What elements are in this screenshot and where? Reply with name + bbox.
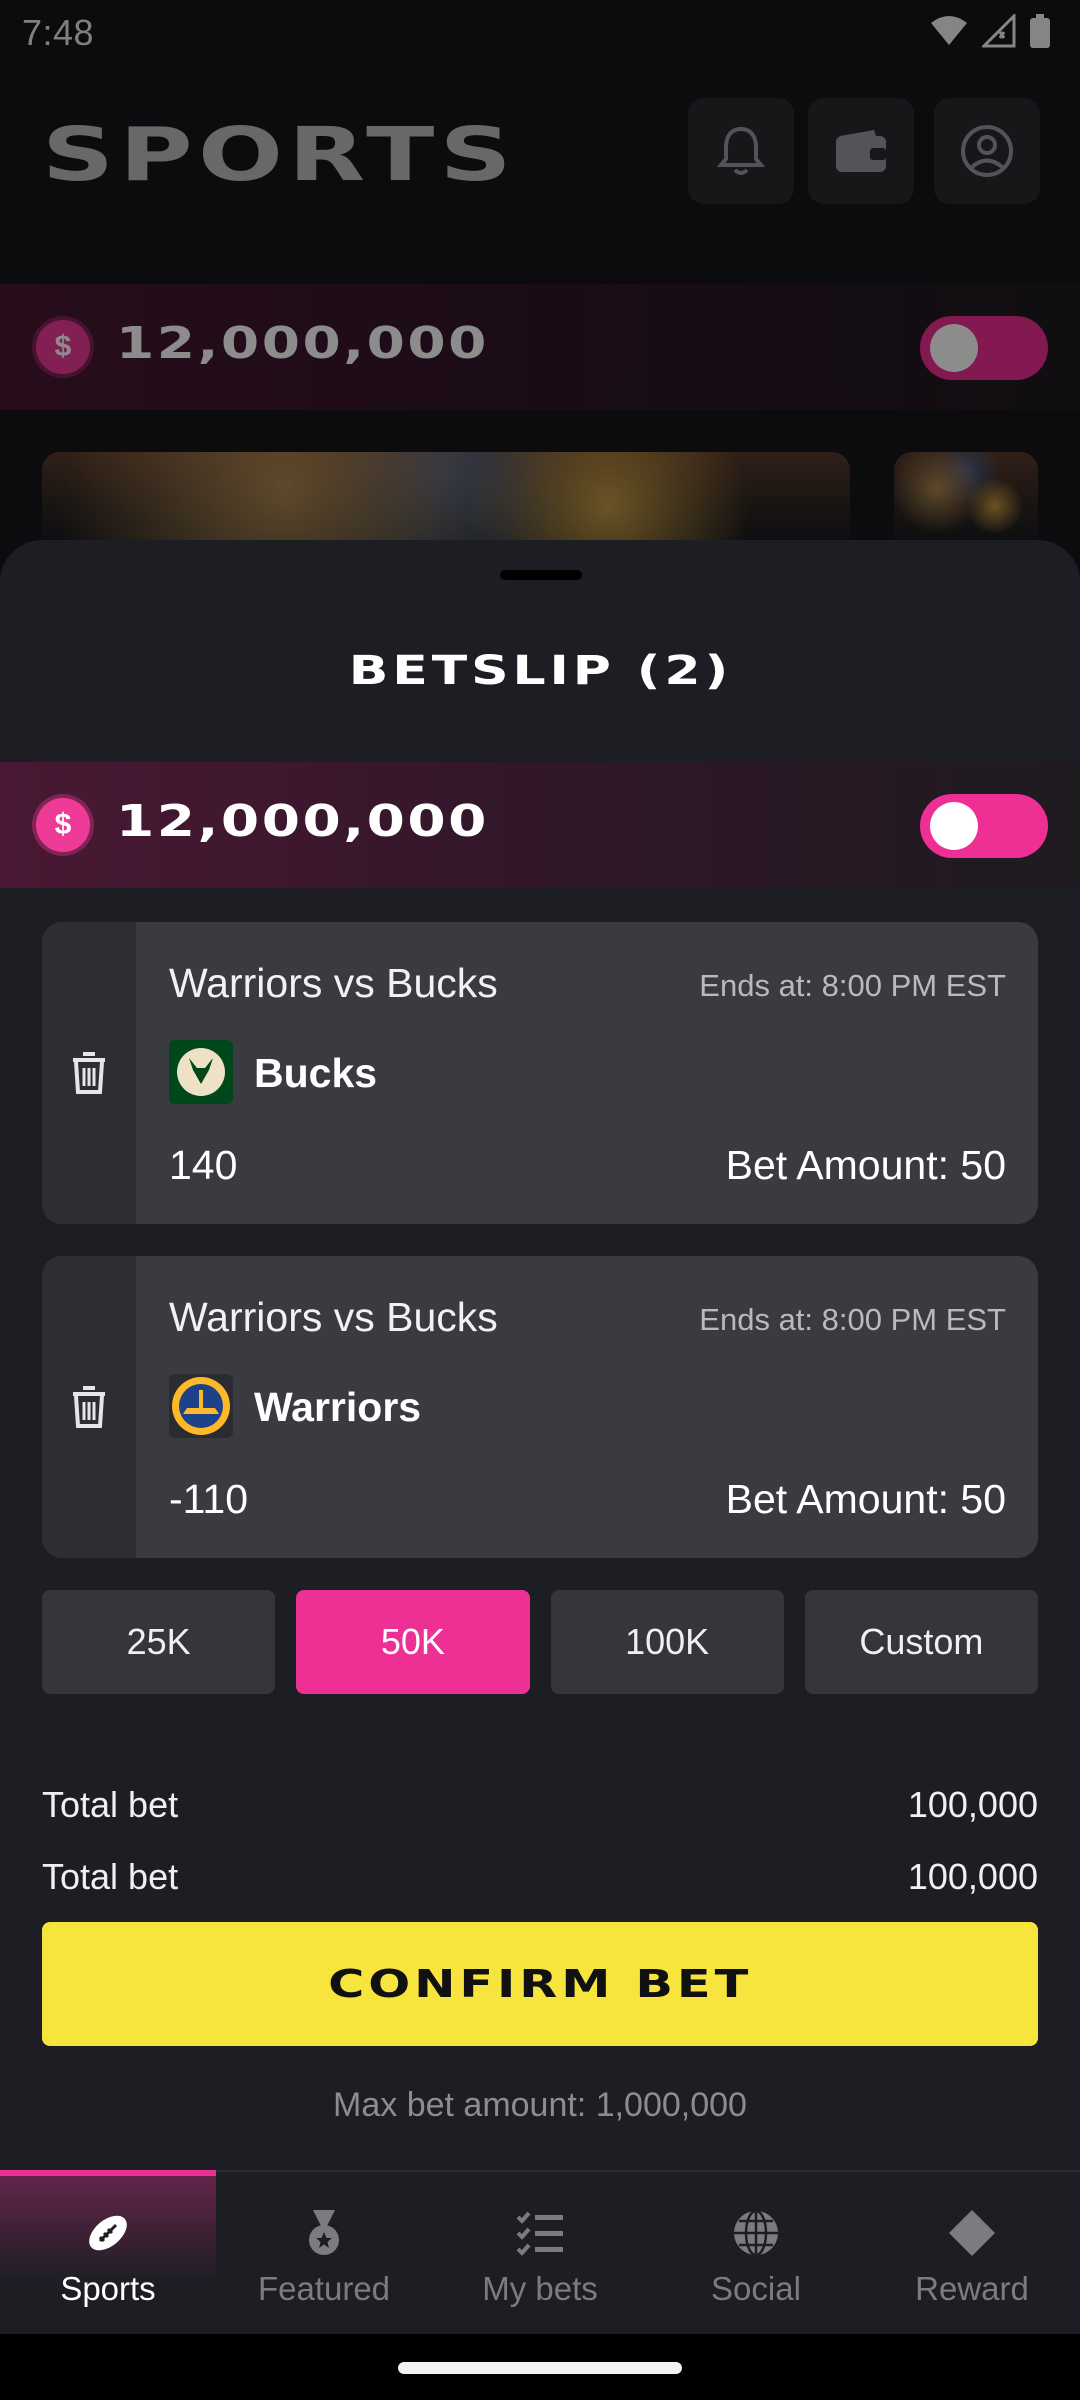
total-row: Total bet 100,000 xyxy=(42,1784,1038,1826)
bet-end-time: Ends at: 8:00 PM EST xyxy=(699,968,1006,1003)
bucks-logo-icon xyxy=(169,1040,233,1104)
nav-label: My bets xyxy=(482,2270,598,2307)
nav-label: Featured xyxy=(257,2270,391,2307)
nav-label: Social xyxy=(711,2270,801,2307)
confirm-bet-button[interactable]: CONFIRM BET xyxy=(42,1922,1038,2046)
bet-odds: -110 xyxy=(169,1476,249,1522)
bet-odds: 140 xyxy=(169,1142,238,1188)
trash-icon xyxy=(73,1386,105,1428)
globe-icon xyxy=(734,2209,778,2257)
nav-label: Reward xyxy=(915,2270,1029,2307)
delete-bet-button[interactable] xyxy=(42,922,136,1224)
chip-50k[interactable]: 50K xyxy=(296,1590,530,1694)
chip-custom[interactable]: Custom xyxy=(804,1590,1038,1694)
coin-icon: $ xyxy=(36,798,90,852)
warriors-logo-icon xyxy=(169,1374,233,1438)
nav-sports[interactable]: Sports xyxy=(0,2170,216,2334)
delete-bet-button[interactable] xyxy=(42,1256,136,1558)
bet-card: Warriors vs Bucks Ends at: 8:00 PM EST W… xyxy=(42,1256,1038,1558)
bet-team: Bucks xyxy=(254,1050,378,1096)
betslip-balance-toggle[interactable] xyxy=(920,794,1048,858)
bet-team: Warriors xyxy=(254,1384,422,1430)
total-label: Total bet xyxy=(42,1856,179,1897)
nav-reward[interactable]: Reward xyxy=(864,2172,1080,2334)
trash-icon xyxy=(73,1052,105,1094)
max-bet-text: Max bet amount: 1,000,000 xyxy=(333,2086,747,2124)
chip-100k[interactable]: 100K xyxy=(550,1590,784,1694)
bet-matchup: Warriors vs Bucks xyxy=(169,960,498,1006)
betslip-balance-strip: $ 12,000,000 xyxy=(0,762,1080,888)
bet-matchup: Warriors vs Bucks xyxy=(169,1294,498,1340)
diamond-icon xyxy=(949,2210,995,2256)
bet-end-time: Ends at: 8:00 PM EST xyxy=(699,1302,1006,1337)
football-icon xyxy=(89,2215,127,2251)
bet-card: Warriors vs Bucks Ends at: 8:00 PM EST B… xyxy=(42,922,1038,1224)
nav-social[interactable]: Social xyxy=(648,2172,864,2334)
chip-25k[interactable]: 25K xyxy=(42,1590,276,1694)
bottom-nav: Sports Featured My bets Social Reward xyxy=(0,2170,1080,2334)
checklist-icon xyxy=(516,2211,563,2256)
nav-featured[interactable]: Featured xyxy=(216,2172,432,2334)
total-label: Total bet xyxy=(42,1784,179,1825)
bet-amount: Bet Amount: 50 xyxy=(725,1142,1006,1188)
nav-label: Sports xyxy=(60,2270,156,2307)
total-value: 100,000 xyxy=(907,1784,1038,1825)
home-gesture-bar[interactable] xyxy=(398,2362,682,2374)
nav-my-bets[interactable]: My bets xyxy=(432,2172,648,2334)
sheet-grabber[interactable] xyxy=(500,570,582,580)
betslip-balance-amount: 12,000,000 xyxy=(116,796,489,847)
amount-chips: 25K 50K 100K Custom xyxy=(42,1590,1038,1694)
betslip-title: BETSLIP (2) xyxy=(348,648,732,694)
bet-amount: Bet Amount: 50 xyxy=(725,1476,1006,1522)
medal-icon xyxy=(309,2210,339,2255)
total-value: 100,000 xyxy=(907,1856,1038,1897)
betslip-sheet: BETSLIP (2) $ 12,000,000 Warriors vs Buc… xyxy=(0,540,1080,2170)
total-row: Total bet 100,000 xyxy=(42,1856,1038,1898)
